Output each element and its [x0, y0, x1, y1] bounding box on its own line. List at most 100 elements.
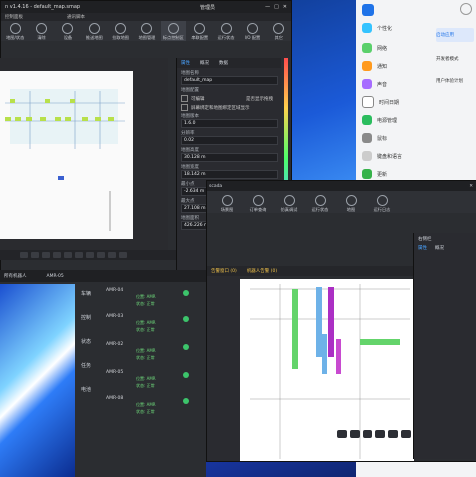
layer-icon[interactable] [53, 252, 61, 258]
scene-icon [221, 195, 233, 206]
settings-item-datetime[interactable]: 时间日期 [362, 94, 428, 110]
folder-icon [141, 23, 153, 34]
settings-item-power[interactable]: 电源管理 [362, 112, 428, 128]
tab-props[interactable]: 属性 [181, 60, 190, 66]
settings-item-network[interactable]: 网络 [362, 40, 428, 56]
menu-scripts[interactable]: 通讯脚本 [67, 14, 85, 20]
settings-side-autostart[interactable]: 启动应用 [436, 28, 474, 42]
tab-data[interactable]: 数据 [219, 60, 228, 66]
map-canvas[interactable] [0, 71, 133, 239]
scada-tool-scene[interactable]: 场景图 [213, 193, 241, 213]
menu-control[interactable]: 控制面板 [5, 14, 23, 20]
tool-clear[interactable]: 清除 [29, 21, 53, 41]
map-icon [345, 195, 357, 206]
orders-icon [252, 195, 264, 206]
right-tab-props[interactable]: 属性 [418, 245, 427, 251]
update-icon [362, 169, 372, 179]
zoom-out-icon[interactable] [31, 252, 39, 258]
pan-icon[interactable] [97, 252, 105, 258]
download-icon [115, 23, 127, 34]
pan-icon[interactable] [401, 430, 411, 438]
scada-window: scada ✕ 场景图 订单查询 仿真调试 运行状态 地图 运行日志 告警窗口 … [206, 180, 476, 462]
scada-close-icon[interactable]: ✕ [469, 184, 473, 189]
tool-run-state[interactable]: 运行状态 [214, 21, 238, 41]
robot-list-panel: 车辆 控制 状态 任务 电池 AMR-04 位置: AMR 状态: 正常 AMR… [75, 284, 206, 477]
upload-icon [88, 23, 100, 34]
grid-icon[interactable] [388, 430, 399, 438]
scada-alert-tabs: 告警窗口 (0) 机器人告警 (0) [207, 266, 417, 276]
tool-push-map[interactable]: 推送地图 [82, 21, 106, 41]
robot-row[interactable]: AMR-05 位置: AMR 状态: 正常 [106, 370, 170, 388]
prop-map-width: 地图宽度 18.142 m [181, 164, 278, 179]
right-tab-overview[interactable]: 概况 [435, 245, 444, 251]
tool-chain-config[interactable]: 串联配置 [188, 21, 212, 41]
settings-side-developer[interactable]: 开发者模式 [436, 52, 474, 66]
scada-tool-sim[interactable]: 仿真调试 [275, 193, 303, 213]
ruler-icon[interactable] [75, 252, 83, 258]
prop-map-config: 地图配置 [181, 88, 199, 93]
settings-logo-icon [362, 4, 374, 16]
tool-device[interactable]: 设备 [56, 21, 80, 41]
scada-tool-state[interactable]: 运行状态 [306, 193, 334, 213]
zoom-out-icon[interactable] [349, 430, 360, 438]
tool-map-manage[interactable]: 地图管理 [135, 21, 159, 41]
settings-item-keyboard[interactable]: 键盘和语言 [362, 148, 428, 164]
device-icon [62, 23, 74, 34]
grid-icon[interactable] [64, 252, 72, 258]
undo-icon[interactable] [108, 252, 116, 258]
settings-side-experience[interactable]: 用户体验计划 [436, 74, 474, 88]
settings-avatar-icon[interactable] [460, 3, 472, 15]
tool-other[interactable]: 其它 [267, 21, 291, 41]
robot-row[interactable]: AMR-02 位置: AMR 状态: 正常 [106, 342, 170, 360]
robot-row[interactable]: AMR-08 位置: AMR 状态: 正常 [106, 396, 170, 414]
clear-icon [36, 23, 48, 34]
tool-pull-map[interactable]: 拉取地图 [108, 21, 132, 41]
io-icon [246, 23, 258, 34]
status-icon [220, 23, 232, 34]
settings-item-mouse[interactable]: 鼠标 [362, 130, 428, 146]
settings-item-sound[interactable]: 声音 [362, 76, 428, 92]
tab-amr05[interactable]: AMR-05 [47, 274, 64, 279]
sound-icon [362, 79, 372, 89]
scada-tool-map[interactable]: 地图 [337, 193, 365, 213]
window-title: n v1.4.16 - default_map.smap [5, 4, 81, 10]
zoom-in-icon[interactable] [20, 252, 28, 258]
check-region-display[interactable]: 屏幕绑定和地图绑定区域显示 [181, 104, 277, 111]
tool-io-config[interactable]: I/O 配置 [240, 21, 264, 41]
tab-overview[interactable]: 概况 [200, 60, 209, 66]
settings-item-personalize[interactable]: 个性化 [362, 20, 428, 36]
close-icon[interactable]: ✕ [283, 4, 287, 10]
scada-tool-log[interactable]: 运行日志 [368, 193, 396, 213]
scada-toolbar: 场景图 订单查询 仿真调试 运行状态 地图 运行日志 [207, 191, 476, 213]
tool-point-control[interactable]: 标点控制区 [161, 21, 186, 41]
tool-map-state[interactable]: 地图/状态 [3, 21, 27, 41]
robot-row[interactable]: AMR-04 位置: AMR 状态: 正常 [106, 288, 170, 306]
scada-right-panel: 右侧栏 属性 概况 [413, 233, 476, 459]
scada-left-panel [207, 276, 240, 461]
scada-titlebar: scada ✕ [207, 181, 476, 191]
menu-bar: 控制面板 通讯脚本 [1, 13, 291, 21]
check-editable[interactable]: 可编辑 是否显示拖拽 [181, 95, 277, 102]
account-label[interactable]: 管理员 [200, 4, 215, 11]
tab-robot-alerts[interactable]: 机器人告警 (0) [247, 268, 277, 274]
tab-alerts[interactable]: 告警窗口 (0) [211, 268, 237, 274]
settings-item-notify[interactable]: 通知 [362, 58, 428, 74]
tab-all-robots[interactable]: 所有机器人 [4, 273, 27, 279]
maximize-icon[interactable]: □ [274, 4, 279, 10]
wallpaper-swirl [0, 284, 75, 477]
robot-side-labels: 车辆 控制 状态 任务 电池 [81, 291, 92, 393]
map-drawing [5, 89, 125, 231]
redo-icon[interactable] [119, 252, 127, 258]
fit-icon[interactable] [362, 430, 373, 438]
scada-tool-orders[interactable]: 订单查询 [244, 193, 272, 213]
fit-icon[interactable] [42, 252, 50, 258]
minimize-icon[interactable]: — [265, 4, 270, 10]
robot-row[interactable]: AMR-03 位置: AMR 状态: 正常 [106, 314, 170, 332]
ok-status-icon [183, 344, 189, 350]
notify-icon [362, 61, 372, 71]
ok-status-icon [183, 290, 189, 296]
layer-icon[interactable] [375, 430, 386, 438]
scada-title: scada [209, 183, 223, 189]
zoom-in-icon[interactable] [337, 430, 347, 438]
select-icon[interactable] [86, 252, 94, 258]
